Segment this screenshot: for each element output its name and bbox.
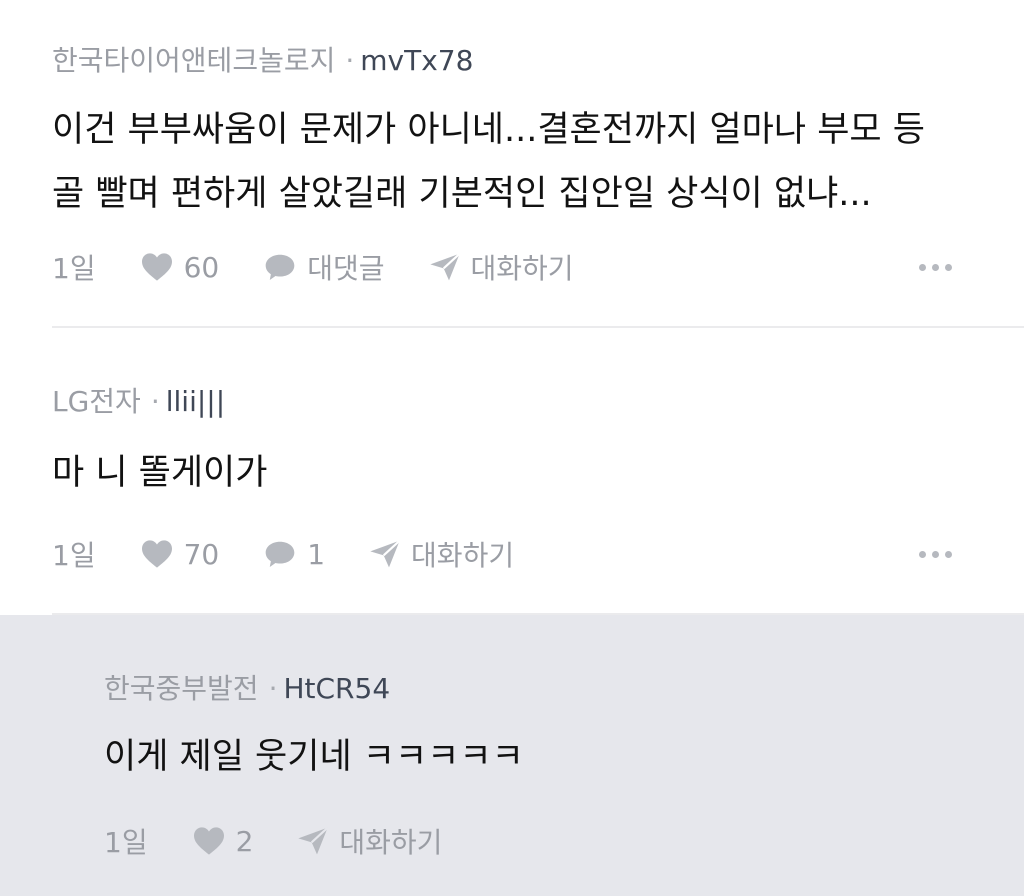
chat-button[interactable]: 대화하기 xyxy=(429,247,574,287)
author-nickname: llii||| xyxy=(165,385,226,418)
comment-body-line: 골 빨며 편하게 살았길래 기본적인 집안일 상식이 없냐... xyxy=(52,174,872,214)
comment-author[interactable]: LG전자 · llii||| xyxy=(52,388,225,416)
reply-button[interactable]: 대댓글 xyxy=(263,247,385,287)
comment-time: 1일 xyxy=(52,539,96,572)
like-count: 2 xyxy=(235,824,254,858)
like-count: 70 xyxy=(183,537,220,571)
send-icon xyxy=(298,826,329,855)
comment-item: LG전자 · llii||| 마 니 똘게이가 1일 70 1 대화하기 xyxy=(0,327,1024,615)
more-options-icon[interactable] xyxy=(913,247,952,287)
speech-bubble-icon xyxy=(265,254,295,280)
heart-icon xyxy=(141,540,172,568)
send-icon xyxy=(370,539,401,568)
reply-time: 1일 xyxy=(104,826,148,859)
reply-actions: 1일 2 대화하기 xyxy=(104,821,486,861)
like-button[interactable]: 60 xyxy=(140,250,220,284)
author-nickname: mvTx78 xyxy=(360,44,474,77)
chat-label: 대화하기 xyxy=(470,252,574,285)
comment-time: 1일 xyxy=(52,252,96,285)
more-options-icon[interactable] xyxy=(913,534,952,574)
heart-icon xyxy=(141,253,172,281)
comment-body: 마 니 똘게이가 xyxy=(52,441,267,505)
reply-count: 1 xyxy=(307,537,326,571)
chat-button[interactable]: 대화하기 xyxy=(369,534,514,574)
comment-author[interactable]: 한국타이어앤테크놀로지 · mvTx78 xyxy=(52,47,473,75)
comment-item: 한국타이어앤테크놀로지 · mvTx78 이건 부부싸움이 문제가 아니네...결혼… xyxy=(0,0,1024,327)
comment-body-line: 이건 부부싸움이 문제가 아니네...결혼전까지 얼마나 부모 등 xyxy=(52,110,925,150)
like-button[interactable]: 70 xyxy=(140,537,220,571)
author-company: 한국중부발전 xyxy=(104,672,259,705)
comment-thread: 한국타이어앤테크놀로지 · mvTx78 이건 부부싸움이 문제가 아니네...결혼… xyxy=(0,0,1024,896)
reply-item: 한국중부발전 · HtCR54 이게 제일 웃기네 ㅋㅋㅋㅋㅋ 1일 2 대화하기 xyxy=(0,615,1024,896)
chat-button[interactable]: 대화하기 xyxy=(297,821,442,861)
author-company: LG전자 xyxy=(52,385,141,418)
reply-body-line: 이게 제일 웃기네 ㅋㅋㅋㅋㅋ xyxy=(104,737,524,777)
comment-actions: 1일 70 1 대화하기 xyxy=(52,534,558,574)
meta-separator: · xyxy=(268,672,278,705)
heart-icon xyxy=(193,827,224,855)
author-nickname: HtCR54 xyxy=(283,672,391,705)
comment-actions: 1일 60 대댓글 대화하기 xyxy=(52,247,618,287)
chat-label: 대화하기 xyxy=(411,539,515,572)
author-company: 한국타이어앤테크놀로지 xyxy=(52,44,336,77)
chat-label: 대화하기 xyxy=(339,826,443,859)
like-count: 60 xyxy=(183,250,220,284)
speech-bubble-icon xyxy=(265,541,295,567)
reply-button[interactable]: 1 xyxy=(263,538,325,571)
reply-author[interactable]: 한국중부발전 · HtCR54 xyxy=(104,675,390,703)
meta-separator: · xyxy=(150,385,160,418)
comment-body: 이건 부부싸움이 문제가 아니네...결혼전까지 얼마나 부모 등 골 빨며 편… xyxy=(52,98,925,226)
comment-body-line: 마 니 똘게이가 xyxy=(52,453,268,493)
reply-body: 이게 제일 웃기네 ㅋㅋㅋㅋㅋ xyxy=(104,725,524,789)
like-button[interactable]: 2 xyxy=(192,824,254,858)
meta-separator: · xyxy=(345,44,355,77)
send-icon xyxy=(429,252,460,281)
reply-label: 대댓글 xyxy=(307,252,385,285)
